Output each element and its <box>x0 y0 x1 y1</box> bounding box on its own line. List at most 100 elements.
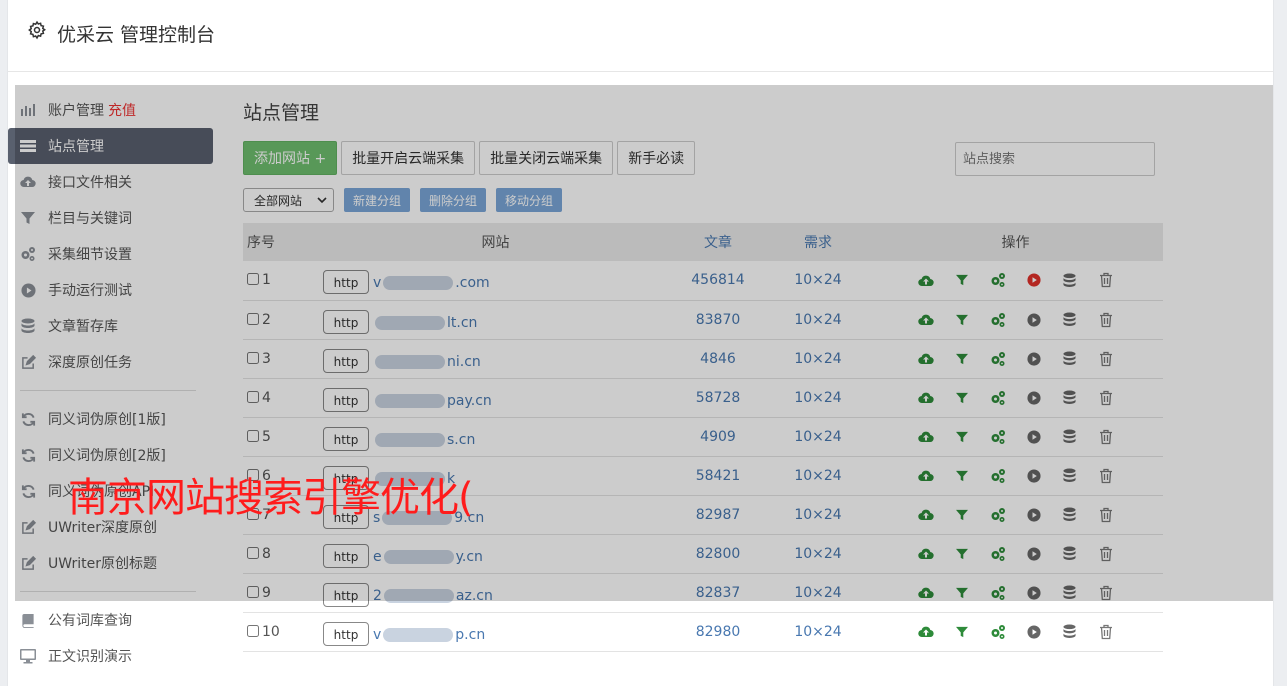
row-checkbox[interactable] <box>247 390 259 403</box>
database-icon[interactable] <box>1062 272 1078 288</box>
sidebar-item[interactable]: 站点管理 <box>8 128 213 164</box>
demand-value[interactable]: 10×24 <box>768 378 868 417</box>
filter-icon[interactable] <box>954 546 970 562</box>
trash-icon[interactable] <box>1098 546 1114 562</box>
database-icon[interactable] <box>1062 429 1078 445</box>
demand-value[interactable]: 10×24 <box>768 417 868 456</box>
play-circle-icon[interactable] <box>1026 312 1042 328</box>
play-circle-icon[interactable] <box>1026 351 1042 367</box>
gears-icon[interactable] <box>990 272 1006 288</box>
play-circle-icon[interactable] <box>1026 429 1042 445</box>
database-icon[interactable] <box>1062 507 1078 523</box>
filter-icon[interactable] <box>954 468 970 484</box>
cloud-upload-icon[interactable] <box>917 507 934 523</box>
trash-icon[interactable] <box>1098 351 1114 367</box>
filter-icon[interactable] <box>954 429 970 445</box>
play-circle-icon[interactable] <box>1026 585 1042 601</box>
site-domain-link[interactable]: 2 az.cn <box>373 588 493 604</box>
sidebar-item[interactable]: 同义词伪原创[1版] <box>8 401 213 437</box>
filter-icon[interactable] <box>954 312 970 328</box>
site-domain-link[interactable]: v p.cn <box>373 627 485 643</box>
database-icon[interactable] <box>1062 390 1078 406</box>
trash-icon[interactable] <box>1098 585 1114 601</box>
database-icon[interactable] <box>1062 546 1078 562</box>
row-checkbox[interactable] <box>247 273 259 286</box>
article-count[interactable]: 82987 <box>668 495 768 534</box>
sidebar-item[interactable]: 文章暂存库 <box>8 308 213 344</box>
filter-icon[interactable] <box>954 390 970 406</box>
move-group-button[interactable]: 移动分组 <box>496 188 563 212</box>
article-count[interactable]: 58728 <box>668 378 768 417</box>
row-checkbox[interactable] <box>247 546 259 559</box>
database-icon[interactable] <box>1062 312 1078 328</box>
sidebar-item[interactable]: 深度原创任务 <box>8 344 213 380</box>
gears-icon[interactable] <box>990 351 1006 367</box>
batch-enable-button[interactable]: 批量开启云端采集 <box>341 141 476 175</box>
sidebar-item[interactable]: 账户管理 充值 <box>8 92 213 128</box>
article-count[interactable]: 82837 <box>668 573 768 612</box>
filter-icon[interactable] <box>954 507 970 523</box>
gears-icon[interactable] <box>990 390 1006 406</box>
demand-value[interactable]: 10×24 <box>768 339 868 378</box>
trash-icon[interactable] <box>1098 507 1114 523</box>
trash-icon[interactable] <box>1098 624 1114 640</box>
demand-value[interactable]: 10×24 <box>768 261 868 300</box>
filter-icon[interactable] <box>954 351 970 367</box>
gears-icon[interactable] <box>990 585 1006 601</box>
sidebar-item[interactable]: 手动运行测试 <box>8 272 213 308</box>
article-count[interactable]: 82800 <box>668 534 768 573</box>
demand-value[interactable]: 10×24 <box>768 495 868 534</box>
demand-value[interactable]: 10×24 <box>768 300 868 339</box>
newbie-guide-button[interactable]: 新手必读 <box>617 141 696 175</box>
gears-icon[interactable] <box>990 507 1006 523</box>
site-domain-link[interactable]: v .com <box>373 275 490 291</box>
play-circle-icon[interactable] <box>1026 272 1042 288</box>
row-checkbox[interactable] <box>247 624 259 637</box>
site-domain-link[interactable]: lt.cn <box>373 315 477 331</box>
site-domain-link[interactable]: ni.cn <box>373 354 481 370</box>
trash-icon[interactable] <box>1098 272 1114 288</box>
cloud-upload-icon[interactable] <box>917 312 934 328</box>
sidebar-item[interactable]: 公有词库查询 <box>8 602 213 638</box>
sidebar-item[interactable]: 正文识别演示 <box>8 638 213 674</box>
site-search-input[interactable] <box>955 142 1155 176</box>
row-checkbox[interactable] <box>247 585 259 598</box>
database-icon[interactable] <box>1062 468 1078 484</box>
database-icon[interactable] <box>1062 585 1078 601</box>
trash-icon[interactable] <box>1098 390 1114 406</box>
cloud-upload-icon[interactable] <box>917 468 934 484</box>
database-icon[interactable] <box>1062 351 1078 367</box>
cloud-upload-icon[interactable] <box>917 351 934 367</box>
site-domain-link[interactable]: s.cn <box>373 432 475 448</box>
trash-icon[interactable] <box>1098 468 1114 484</box>
new-group-button[interactable]: 新建分组 <box>344 188 411 212</box>
cloud-upload-icon[interactable] <box>917 585 934 601</box>
demand-value[interactable]: 10×24 <box>768 534 868 573</box>
demand-value[interactable]: 10×24 <box>768 612 868 651</box>
batch-disable-button[interactable]: 批量关闭云端采集 <box>479 141 614 175</box>
recharge-link[interactable]: 充值 <box>108 100 136 120</box>
cloud-upload-icon[interactable] <box>917 546 934 562</box>
site-domain-link[interactable]: pay.cn <box>373 393 492 409</box>
gears-icon[interactable] <box>990 312 1006 328</box>
trash-icon[interactable] <box>1098 312 1114 328</box>
cloud-upload-icon[interactable] <box>917 429 934 445</box>
article-count[interactable]: 4909 <box>668 417 768 456</box>
article-count[interactable]: 456814 <box>668 261 768 300</box>
filter-icon[interactable] <box>954 272 970 288</box>
database-icon[interactable] <box>1062 624 1078 640</box>
play-circle-icon[interactable] <box>1026 390 1042 406</box>
demand-value[interactable]: 10×24 <box>768 573 868 612</box>
gears-icon[interactable] <box>990 624 1006 640</box>
play-circle-icon[interactable] <box>1026 546 1042 562</box>
play-circle-icon[interactable] <box>1026 507 1042 523</box>
trash-icon[interactable] <box>1098 429 1114 445</box>
filter-icon[interactable] <box>954 585 970 601</box>
sidebar-item[interactable]: UWriter原创标题 <box>8 545 213 581</box>
sidebar-item[interactable]: 栏目与关键词 <box>8 200 213 236</box>
gears-icon[interactable] <box>990 429 1006 445</box>
row-checkbox[interactable] <box>247 312 259 325</box>
article-count[interactable]: 58421 <box>668 456 768 495</box>
play-circle-icon[interactable] <box>1026 468 1042 484</box>
gears-icon[interactable] <box>990 546 1006 562</box>
